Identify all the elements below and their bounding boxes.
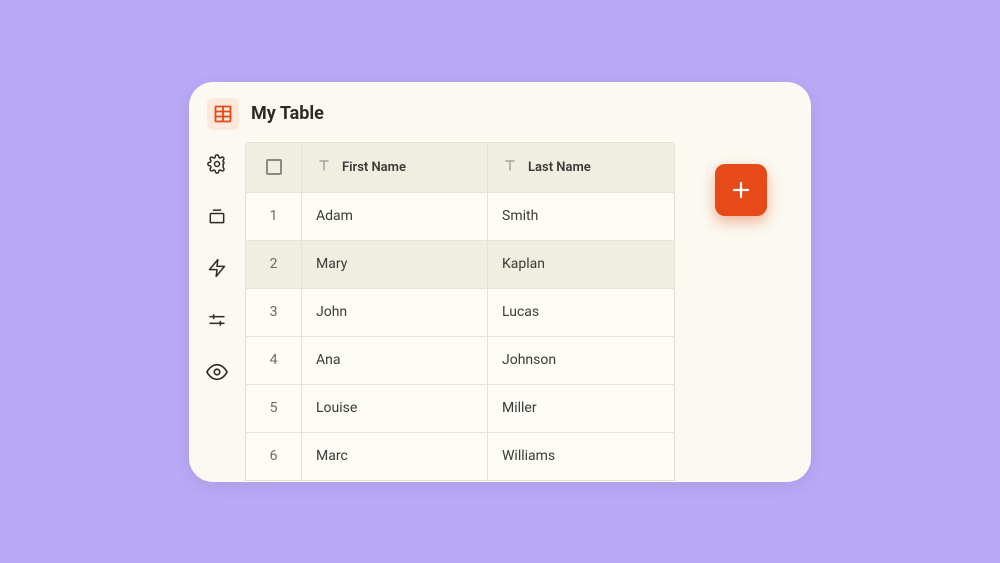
sidebar-automation[interactable] [205, 256, 229, 280]
cell-first-name[interactable]: Mary [302, 241, 488, 288]
table-widget: My Table [189, 82, 811, 482]
table-row[interactable]: 3JohnLucas [246, 289, 674, 337]
table-row[interactable]: 2MaryKaplan [246, 241, 674, 289]
sidebar-layout[interactable] [205, 204, 229, 228]
row-index: 2 [246, 241, 302, 288]
cell-last-name[interactable]: Kaplan [488, 241, 674, 288]
table-row[interactable]: 5LouiseMiller [246, 385, 674, 433]
gear-icon [207, 154, 227, 174]
row-index: 6 [246, 433, 302, 480]
plus-icon [729, 178, 753, 202]
row-index: 5 [246, 385, 302, 432]
cell-last-name[interactable]: Lucas [488, 289, 674, 336]
widget-title: My Table [251, 103, 324, 124]
table-row[interactable]: 6MarcWilliams [246, 433, 674, 481]
cell-first-name[interactable]: Marc [302, 433, 488, 480]
cell-last-name[interactable]: Smith [488, 193, 674, 240]
cell-last-name[interactable]: Miller [488, 385, 674, 432]
row-index: 3 [246, 289, 302, 336]
table-row[interactable]: 1AdamSmith [246, 193, 674, 241]
widget-header: My Table [189, 82, 811, 142]
table-row[interactable]: 4AnaJohnson [246, 337, 674, 385]
stack-icon [207, 206, 227, 226]
sidebar-visibility[interactable] [205, 360, 229, 384]
table-area: First Name Last Name 1AdamSmith2MaryKapl… [245, 142, 811, 482]
cell-first-name[interactable]: Adam [302, 193, 488, 240]
sidebar-filters[interactable] [205, 308, 229, 332]
sidebar [189, 142, 245, 482]
row-index: 1 [246, 193, 302, 240]
select-all-checkbox[interactable] [266, 159, 282, 175]
eye-icon [206, 361, 228, 383]
add-button[interactable] [715, 164, 767, 216]
bolt-icon [207, 258, 227, 278]
text-type-icon [502, 157, 518, 177]
data-table: First Name Last Name 1AdamSmith2MaryKapl… [245, 142, 675, 481]
select-all-cell [246, 143, 302, 192]
column-header-last-name[interactable]: Last Name [488, 143, 674, 192]
cell-last-name[interactable]: Johnson [488, 337, 674, 384]
table-header-row: First Name Last Name [246, 143, 674, 193]
column-label: Last Name [528, 160, 591, 175]
column-label: First Name [342, 160, 406, 175]
sidebar-settings[interactable] [205, 152, 229, 176]
row-index: 4 [246, 337, 302, 384]
table-icon [207, 98, 239, 130]
cell-first-name[interactable]: Louise [302, 385, 488, 432]
cell-last-name[interactable]: Williams [488, 433, 674, 480]
widget-body: First Name Last Name 1AdamSmith2MaryKapl… [189, 142, 811, 482]
text-type-icon [316, 157, 332, 177]
sliders-icon [207, 310, 227, 330]
column-header-first-name[interactable]: First Name [302, 143, 488, 192]
cell-first-name[interactable]: John [302, 289, 488, 336]
cell-first-name[interactable]: Ana [302, 337, 488, 384]
